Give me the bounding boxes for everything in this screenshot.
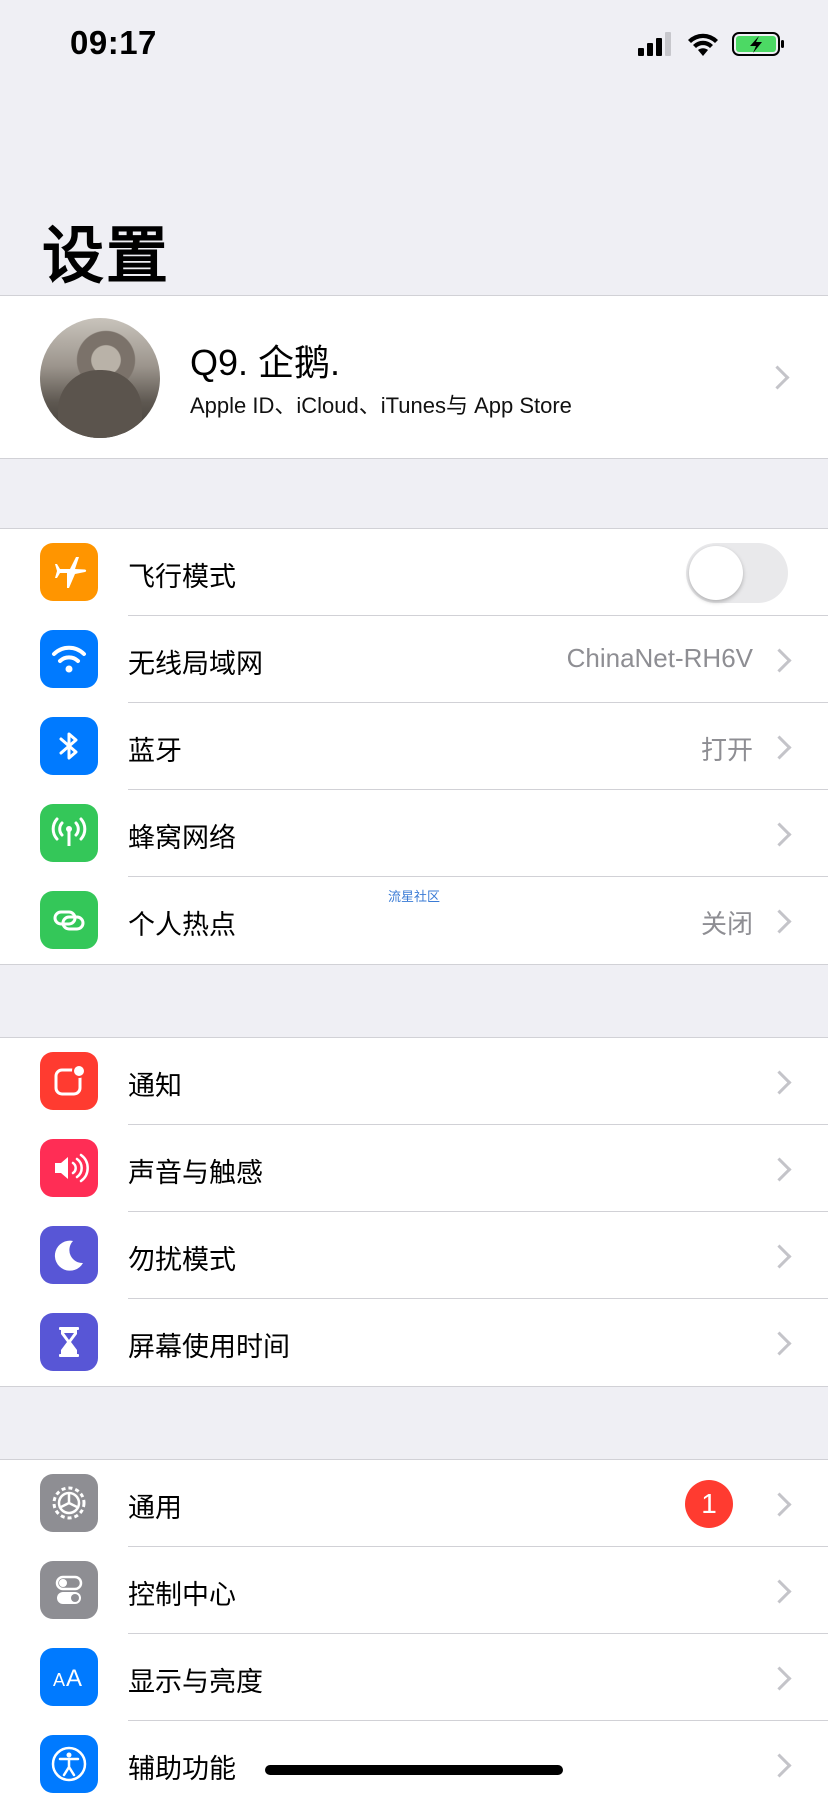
wifi-icon (40, 630, 98, 688)
row-label: 显示与亮度 (128, 1667, 263, 1697)
row-label: 辅助功能 (128, 1754, 236, 1784)
status-bar: 09:17 (0, 0, 828, 90)
moon-icon (40, 1226, 98, 1284)
profile-name: Q9. 企鹅. (190, 342, 341, 383)
status-time: 09:17 (70, 24, 157, 61)
row-label: 控制中心 (128, 1580, 236, 1610)
home-indicator[interactable] (265, 1765, 563, 1775)
airplane-mode-toggle[interactable] (686, 543, 788, 603)
notifications-icon (40, 1052, 98, 1110)
chevron-right-icon (767, 1070, 792, 1095)
wifi-row[interactable]: 无线局域网 ChinaNet-RH6V (0, 616, 828, 703)
chevron-right-icon (767, 1753, 792, 1778)
general-group: 通用 1 控制中心 A A 显示与亮度 辅助功能 (0, 1459, 828, 1808)
sound-icon (40, 1139, 98, 1197)
chevron-right-icon (765, 365, 790, 390)
row-label: 声音与触感 (128, 1158, 263, 1188)
accessibility-icon (40, 1735, 98, 1793)
airplane-icon (40, 543, 98, 601)
display-icon: A A (40, 1648, 98, 1706)
chevron-right-icon (767, 735, 792, 760)
chevron-right-icon (767, 1331, 792, 1356)
bluetooth-icon (40, 717, 98, 775)
screen-time-row[interactable]: 屏幕使用时间 (0, 1299, 828, 1386)
apple-id-profile-row[interactable]: Q9. 企鹅. Apple ID、iCloud、iTunes与 App Stor… (0, 295, 828, 459)
row-label: 勿扰模式 (128, 1245, 236, 1275)
control-center-icon (40, 1561, 98, 1619)
display-brightness-row[interactable]: A A 显示与亮度 (0, 1634, 828, 1721)
row-label: 通知 (128, 1071, 182, 1101)
chevron-right-icon (767, 1666, 792, 1691)
profile-subtitle: Apple ID、iCloud、iTunes与 App Store (190, 393, 572, 418)
row-label: 个人热点 (128, 910, 236, 940)
svg-text:A: A (53, 1670, 65, 1690)
bluetooth-row[interactable]: 蓝牙 打开 (0, 703, 828, 790)
gear-icon (40, 1474, 98, 1532)
wifi-network-value: ChinaNet-RH6V (566, 643, 753, 673)
hourglass-icon (40, 1313, 98, 1371)
svg-text:A: A (66, 1665, 82, 1692)
chevron-right-icon (767, 1492, 792, 1517)
chevron-right-icon (767, 1579, 792, 1604)
chevron-right-icon (767, 1244, 792, 1269)
chevron-right-icon (767, 648, 792, 673)
row-label: 无线局域网 (128, 649, 263, 679)
do-not-disturb-row[interactable]: 勿扰模式 (0, 1212, 828, 1299)
sounds-haptics-row[interactable]: 声音与触感 (0, 1125, 828, 1212)
hotspot-icon (40, 891, 98, 949)
watermark: 流星社区 (388, 889, 441, 904)
row-label: 蜂窝网络 (128, 823, 236, 853)
control-center-row[interactable]: 控制中心 (0, 1547, 828, 1634)
cellular-icon (40, 804, 98, 862)
notifications-group: 通知 声音与触感 勿扰模式 屏幕使用时间 (0, 1037, 828, 1387)
bluetooth-value: 打开 (700, 735, 753, 765)
row-label: 屏幕使用时间 (128, 1332, 290, 1362)
notifications-row[interactable]: 通知 (0, 1038, 828, 1125)
row-label: 通用 (128, 1493, 182, 1523)
wifi-status-icon (688, 33, 718, 56)
battery-charging-icon (732, 32, 784, 56)
hotspot-value: 关闭 (700, 909, 753, 939)
row-label: 飞行模式 (128, 562, 236, 592)
airplane-mode-row: 飞行模式 (0, 529, 828, 616)
chevron-right-icon (767, 909, 792, 934)
update-badge: 1 (685, 1480, 733, 1528)
row-label: 蓝牙 (128, 736, 182, 766)
general-row[interactable]: 通用 1 (0, 1460, 828, 1547)
page-title: 设置 (42, 222, 171, 291)
chevron-right-icon (767, 822, 792, 847)
avatar (40, 318, 160, 438)
cellular-signal-icon (638, 32, 671, 56)
chevron-right-icon (767, 1157, 792, 1182)
cellular-row[interactable]: 蜂窝网络 (0, 790, 828, 877)
